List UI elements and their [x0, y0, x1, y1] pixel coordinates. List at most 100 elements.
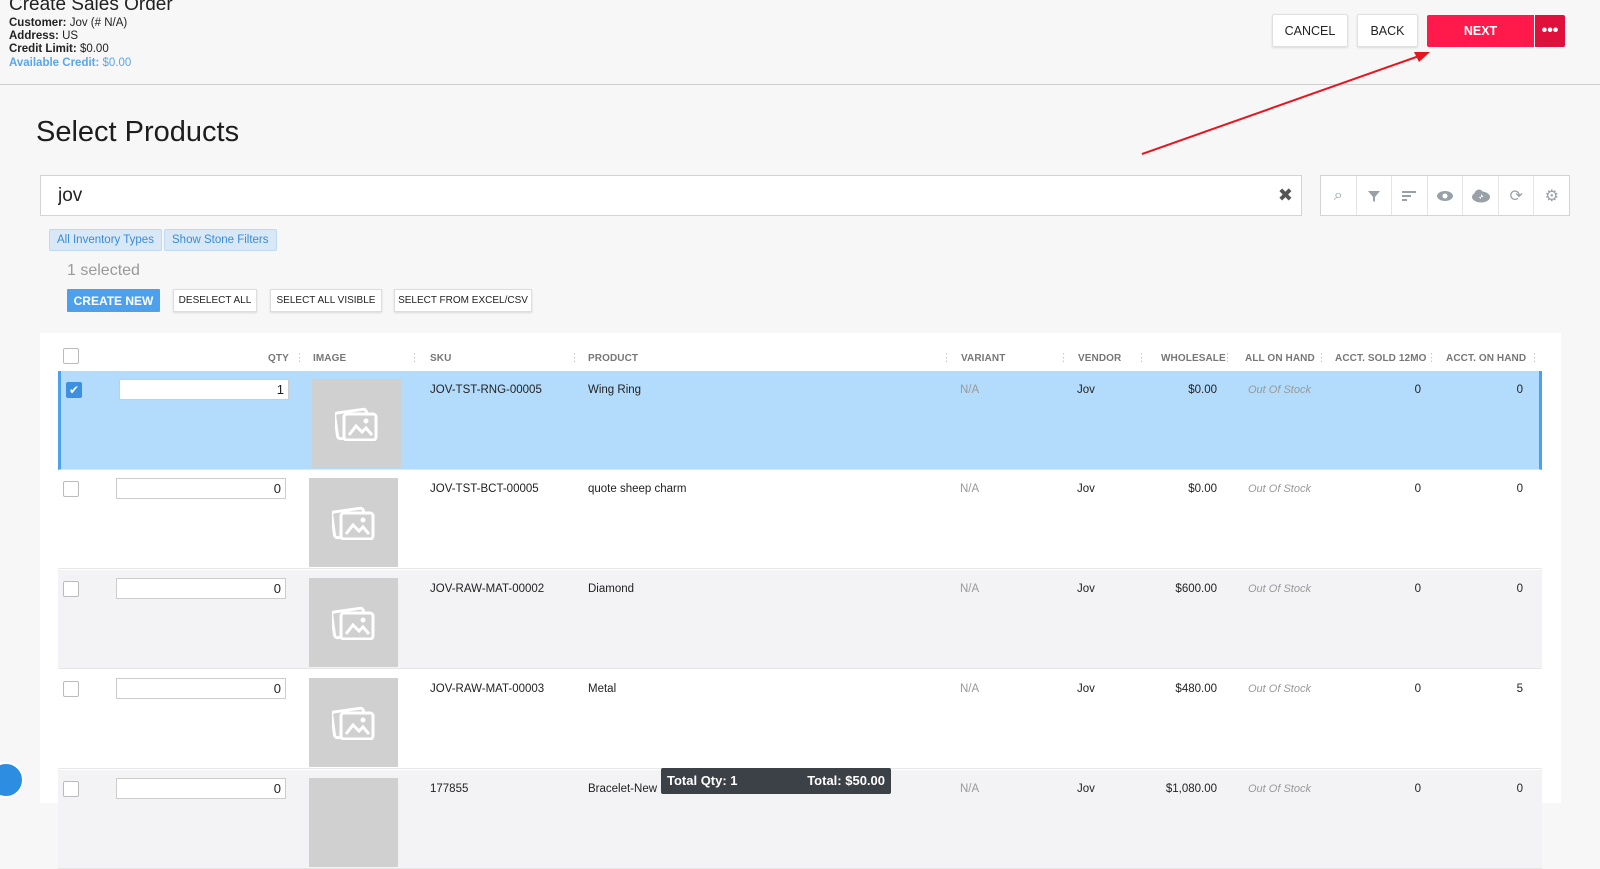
sold-12mo-cell: 0 [1414, 683, 1421, 695]
sku-cell: 177855 [430, 783, 469, 795]
search-box: ✖ [40, 175, 1302, 216]
table-row[interactable]: ✔ 1 JOV-TST-RNG-00005 Wing Ring N/A Jov … [58, 371, 1542, 470]
image-placeholder-icon [309, 578, 398, 667]
search-input[interactable] [58, 185, 1238, 207]
qty-input[interactable]: 0 [116, 678, 286, 699]
page-title: Create Sales Order [9, 0, 173, 15]
column-header-vendor[interactable]: VENDOR [1078, 353, 1121, 364]
column-resize-handle[interactable]: ⋮ [1316, 351, 1327, 364]
column-header-all-on-hand[interactable]: ALL ON HAND [1245, 353, 1315, 364]
table-row[interactable]: 0 JOV-RAW-MAT-00002 Diamond N/A Jov $600… [58, 570, 1542, 669]
acct-on-hand-cell: 0 [1516, 583, 1523, 595]
product-cell: Diamond [588, 583, 635, 595]
variant-cell: N/A [960, 583, 980, 595]
column-header-image[interactable]: IMAGE [313, 353, 346, 364]
row-checkbox[interactable] [63, 681, 79, 697]
cloud-download-icon[interactable] [1463, 176, 1499, 215]
column-resize-handle[interactable]: ⋮ [941, 351, 952, 364]
column-resize-handle[interactable]: ⋮ [569, 351, 580, 364]
back-button[interactable]: BACK [1357, 14, 1418, 47]
column-resize-handle[interactable]: ⋮ [409, 351, 420, 364]
acct-on-hand-cell: 0 [1516, 483, 1523, 495]
customer-meta: Customer: Jov (# N/A) Address: US Credit… [9, 17, 131, 70]
sort-icon[interactable] [1392, 176, 1428, 215]
refresh-icon[interactable]: ⟳ [1499, 176, 1535, 215]
product-cell: Metal [588, 683, 617, 695]
image-placeholder-icon [309, 678, 398, 767]
inventory-types-chip[interactable]: All Inventory Types [49, 229, 162, 251]
vendor-cell: Jov [1077, 583, 1095, 595]
stone-filters-chip[interactable]: Show Stone Filters [164, 229, 277, 251]
image-placeholder-icon [309, 478, 398, 567]
row-checkbox[interactable] [63, 481, 79, 497]
row-checkbox[interactable] [63, 781, 79, 797]
column-resize-handle[interactable]: ⋮ [294, 351, 305, 364]
selected-count: 1 selected [67, 262, 140, 279]
column-header-acct-sold-12mo[interactable]: ACCT. SOLD 12MO [1335, 353, 1427, 364]
filter-icon[interactable] [1357, 176, 1393, 215]
wholesale-cell: $0.00 [1188, 483, 1217, 495]
create-new-button[interactable]: CREATE NEW [67, 289, 160, 312]
variant-cell: N/A [960, 483, 980, 495]
row-checkbox[interactable]: ✔ [66, 382, 82, 398]
sku-cell: JOV-RAW-MAT-00003 [430, 683, 545, 695]
select-from-excel-button[interactable]: SELECT FROM EXCEL/CSV [394, 289, 532, 312]
help-widget-icon[interactable] [0, 762, 24, 798]
more-options-button[interactable]: ••• [1535, 15, 1565, 47]
sold-12mo-cell: 0 [1414, 384, 1421, 396]
column-resize-handle[interactable]: ⋮ [1426, 351, 1437, 364]
column-header-acct-on-hand[interactable]: ACCT. ON HAND [1446, 353, 1526, 364]
deselect-all-button[interactable]: DESELECT ALL [173, 289, 257, 312]
column-header-variant[interactable]: VARIANT [961, 353, 1005, 364]
cancel-button[interactable]: CANCEL [1272, 14, 1348, 47]
next-button[interactable]: NEXT [1427, 15, 1534, 47]
vendor-cell: Jov [1077, 783, 1095, 795]
sku-cell: JOV-TST-BCT-00005 [430, 483, 539, 495]
wholesale-cell: $600.00 [1175, 583, 1217, 595]
gear-icon[interactable]: ⚙ [1534, 176, 1569, 215]
acct-on-hand-cell: 5 [1516, 683, 1523, 695]
vendor-cell: Jov [1077, 483, 1095, 495]
stock-status-cell: Out Of Stock [1248, 483, 1311, 495]
column-header-product[interactable]: PRODUCT [588, 353, 638, 364]
product-cell: Bracelet-New [588, 783, 658, 795]
image-placeholder-icon [312, 379, 401, 468]
column-header-sku[interactable]: SKU [430, 353, 451, 364]
select-all-checkbox[interactable] [63, 348, 79, 364]
products-table: QTY ⋮ IMAGE ⋮ SKU ⋮ PRODUCT ⋮ VARIANT ⋮ … [40, 333, 1561, 869]
total-qty: Total Qty: 1 [667, 773, 738, 788]
variant-cell: N/A [960, 783, 980, 795]
sku-cell: JOV-TST-RNG-00005 [430, 384, 542, 396]
qty-input[interactable]: 0 [116, 578, 286, 599]
customer-value: Jov (# N/A) [69, 17, 128, 29]
qty-input[interactable]: 0 [116, 478, 286, 499]
credit-limit-value: $0.00 [79, 43, 109, 56]
table-row[interactable]: 0 JOV-TST-BCT-00005 quote sheep charm N/… [58, 470, 1542, 569]
column-resize-handle[interactable]: ⋮ [1529, 351, 1540, 364]
sold-12mo-cell: 0 [1414, 583, 1421, 595]
available-credit-label: Available Credit: [9, 56, 100, 69]
address-label: Address: [9, 30, 59, 43]
clear-search-icon[interactable]: ✖ [1278, 185, 1293, 206]
search-settings-icon[interactable]: ⌕ [1321, 176, 1357, 215]
wholesale-cell: $480.00 [1175, 683, 1217, 695]
row-checkbox[interactable] [63, 581, 79, 597]
vendor-cell: Jov [1077, 683, 1095, 695]
variant-cell: N/A [960, 683, 980, 695]
page-header: Create Sales Order Customer: Jov (# N/A)… [0, 0, 1600, 85]
table-row[interactable]: 0 JOV-RAW-MAT-00003 Metal N/A Jov $480.0… [58, 670, 1542, 769]
qty-input[interactable]: 0 [116, 778, 286, 799]
wholesale-cell: $1,080.00 [1165, 783, 1217, 795]
select-all-visible-button[interactable]: SELECT ALL VISIBLE [270, 289, 382, 312]
column-header-wholesale[interactable]: WHOLESALE [1161, 353, 1226, 364]
qty-input[interactable]: 1 [119, 379, 289, 400]
acct-on-hand-cell: 0 [1516, 384, 1523, 396]
stock-status-cell: Out Of Stock [1248, 783, 1311, 795]
column-resize-handle[interactable]: ⋮ [1058, 351, 1069, 364]
column-resize-handle[interactable]: ⋮ [1136, 351, 1147, 364]
eye-icon[interactable] [1428, 176, 1464, 215]
stock-status-cell: Out Of Stock [1248, 683, 1311, 695]
column-header-qty[interactable]: QTY [268, 353, 289, 364]
sold-12mo-cell: 0 [1414, 483, 1421, 495]
column-resize-handle[interactable]: ⋮ [1222, 351, 1233, 364]
